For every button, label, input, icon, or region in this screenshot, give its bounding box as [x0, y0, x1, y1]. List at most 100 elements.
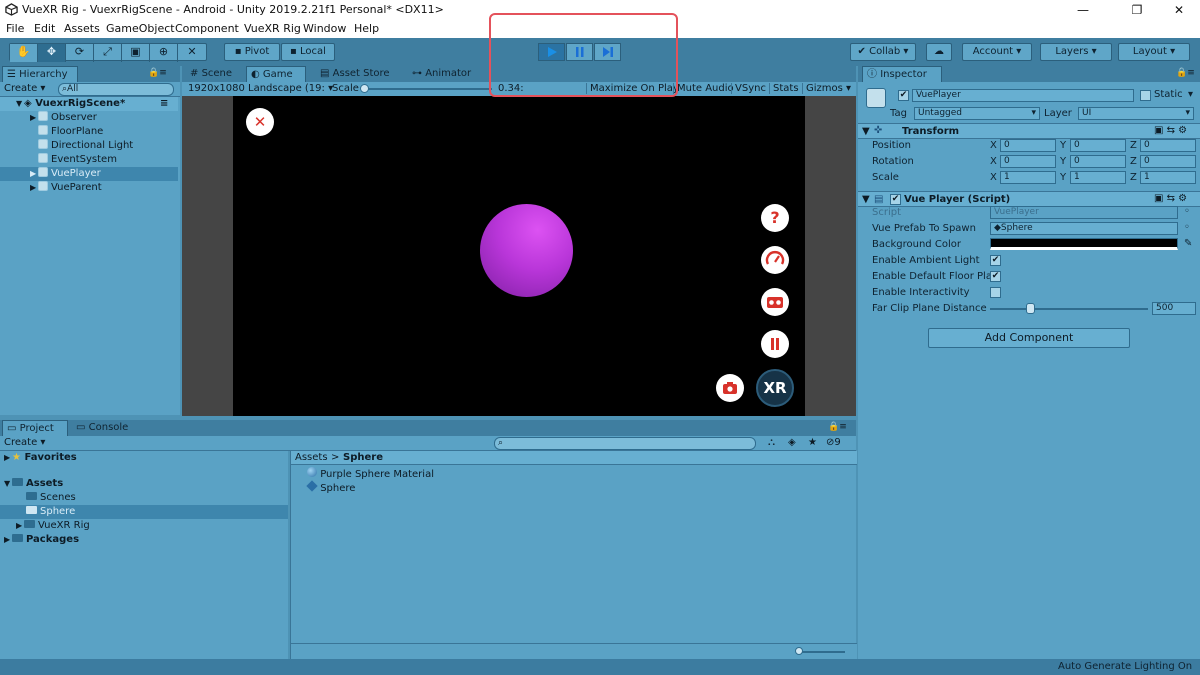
- mute-audio-toggle[interactable]: Mute Audio: [673, 83, 737, 94]
- game-canvas[interactable]: ✕ ? XR: [233, 96, 805, 416]
- hierarchy-item[interactable]: ▶ VueParent: [0, 181, 178, 195]
- collapse-arrow-icon[interactable]: ▼: [862, 126, 870, 137]
- tree-scenes[interactable]: Scenes: [0, 491, 288, 505]
- scale-y-input[interactable]: 1: [1070, 171, 1126, 184]
- tree-packages[interactable]: ▶ Packages: [0, 533, 288, 547]
- vr-headset-icon[interactable]: [761, 288, 789, 316]
- project-search-input[interactable]: ⌕: [494, 437, 756, 450]
- tree-favorites[interactable]: ▶ ★ Favorites: [0, 451, 288, 465]
- ambient-light-checkbox[interactable]: ✔: [990, 255, 1001, 266]
- rotation-x-input[interactable]: 0: [1000, 155, 1056, 168]
- hierarchy-item-selected[interactable]: ▶ VuePlayer: [0, 167, 178, 181]
- xr-logo-icon[interactable]: XR: [756, 369, 794, 407]
- add-component-button[interactable]: Add Component: [928, 328, 1130, 348]
- resolution-dropdown[interactable]: 1920x1080 Landscape (19: ▾: [188, 83, 333, 94]
- menu-window[interactable]: Window: [303, 22, 346, 35]
- cloud-button[interactable]: ☁: [926, 43, 952, 61]
- maximize-icon[interactable]: ❐: [1114, 1, 1160, 19]
- speedometer-icon[interactable]: [761, 246, 789, 274]
- hierarchy-item[interactable]: ▶ Observer: [0, 111, 178, 125]
- hidden-packages-icon[interactable]: ⊘9: [826, 437, 841, 448]
- layers-button[interactable]: Layers ▾: [1040, 43, 1112, 61]
- rotation-z-input[interactable]: 0: [1140, 155, 1196, 168]
- tag-dropdown[interactable]: Untagged ▾: [914, 107, 1040, 120]
- hierarchy-item[interactable]: FloorPlane: [0, 125, 178, 139]
- object-name-input[interactable]: VuePlayer: [912, 89, 1134, 102]
- scene-row[interactable]: ▼ ◈ VuexrRigScene* ≡: [0, 97, 178, 111]
- layer-dropdown[interactable]: UI ▾: [1078, 107, 1194, 120]
- transform-tool-icon[interactable]: ⊕: [150, 44, 178, 62]
- stats-toggle[interactable]: Stats: [769, 83, 802, 94]
- layout-button[interactable]: Layout ▾: [1118, 43, 1190, 61]
- object-picker-icon[interactable]: ◦: [1184, 222, 1190, 233]
- filter-by-label-icon[interactable]: ◈: [788, 437, 796, 448]
- transform-header[interactable]: ▼ ✜ Transform ▣ ⇆ ⚙: [858, 123, 1200, 139]
- hand-tool-icon[interactable]: ✋: [10, 44, 38, 62]
- pivot-button[interactable]: ▪ Pivot: [224, 43, 280, 61]
- local-button[interactable]: ▪ Local: [281, 43, 335, 61]
- menu-gameobject[interactable]: GameObject: [106, 22, 175, 35]
- default-floor-checkbox[interactable]: ✔: [990, 271, 1001, 282]
- help-icon[interactable]: ?: [761, 204, 789, 232]
- menu-help[interactable]: Help: [354, 22, 379, 35]
- tab-console[interactable]: ▭ Console: [72, 420, 132, 436]
- hierarchy-item[interactable]: EventSystem: [0, 153, 178, 167]
- position-y-input[interactable]: 0: [1070, 139, 1126, 152]
- tab-animator[interactable]: ⊶ Animator: [408, 66, 475, 82]
- pause-circle-icon[interactable]: [761, 330, 789, 358]
- menu-vuexr-rig[interactable]: VueXR Rig: [244, 22, 301, 35]
- vue-player-script-header[interactable]: ▼ ▤ ✔ Vue Player (Script) ▣ ⇆ ⚙: [858, 191, 1200, 207]
- tab-inspector[interactable]: ⓘ Inspector: [862, 66, 942, 82]
- static-checkbox[interactable]: [1140, 90, 1151, 101]
- scale-tool-icon[interactable]: ⤢: [94, 44, 122, 62]
- tree-assets[interactable]: ▼ Assets: [0, 477, 288, 491]
- inspector-lock-icon[interactable]: 🔒≡: [1176, 68, 1195, 78]
- position-x-input[interactable]: 0: [1000, 139, 1056, 152]
- prefab-field[interactable]: ◆Sphere: [990, 222, 1178, 235]
- close-circle-icon[interactable]: ✕: [246, 108, 274, 136]
- scale-slider-handle[interactable]: [360, 84, 369, 93]
- lock-icon[interactable]: 🔒≡: [148, 68, 167, 78]
- active-checkbox[interactable]: ✔: [898, 90, 909, 101]
- far-clip-input[interactable]: 500: [1152, 302, 1196, 315]
- menu-edit[interactable]: Edit: [34, 22, 55, 35]
- asset-item[interactable]: Sphere: [291, 480, 591, 495]
- account-button[interactable]: Account ▾: [962, 43, 1032, 61]
- menu-icon[interactable]: ≡: [160, 97, 168, 111]
- object-picker-icon[interactable]: ◦: [1184, 206, 1190, 217]
- breadcrumb-sphere[interactable]: Sphere: [343, 452, 383, 463]
- project-lock-icon[interactable]: 🔒≡: [828, 422, 847, 432]
- gizmos-dropdown[interactable]: Gizmos ▾: [802, 83, 854, 94]
- position-z-input[interactable]: 0: [1140, 139, 1196, 152]
- close-window-icon[interactable]: ✕: [1156, 1, 1200, 19]
- tab-project[interactable]: ▭ Project: [2, 420, 68, 436]
- expand-arrow-icon[interactable]: ▼: [16, 97, 24, 111]
- breadcrumb-assets[interactable]: Assets: [295, 452, 328, 463]
- icon-size-slider[interactable]: [797, 651, 845, 653]
- menu-assets[interactable]: Assets: [64, 22, 100, 35]
- component-settings-icons[interactable]: ▣ ⇆ ⚙: [1154, 125, 1187, 136]
- hierarchy-search-input[interactable]: ⌕All: [58, 83, 174, 96]
- expand-arrow-icon[interactable]: ▶: [30, 181, 38, 195]
- scale-z-input[interactable]: 1: [1140, 171, 1196, 184]
- tree-sphere-selected[interactable]: Sphere: [0, 505, 288, 519]
- icon-size-slider-handle[interactable]: [795, 647, 803, 655]
- far-clip-slider-handle[interactable]: [1026, 303, 1035, 314]
- camera-icon[interactable]: [716, 374, 744, 402]
- rotate-tool-icon[interactable]: ⟳: [66, 44, 94, 62]
- project-create-button[interactable]: Create ▾: [4, 437, 45, 448]
- background-color-swatch[interactable]: [990, 238, 1178, 250]
- tab-scene[interactable]: # Scene: [186, 66, 236, 82]
- tab-game[interactable]: ◐ Game: [246, 66, 306, 82]
- static-dropdown-arrow-icon[interactable]: ▾: [1188, 89, 1193, 100]
- collapse-arrow-icon[interactable]: ▼: [862, 194, 870, 205]
- scale-slider[interactable]: [364, 88, 492, 90]
- tab-asset-store[interactable]: ▤ Asset Store: [316, 66, 394, 82]
- hierarchy-create-button[interactable]: Create ▾: [4, 83, 45, 94]
- expand-arrow-icon[interactable]: ▶: [30, 167, 38, 181]
- menu-file[interactable]: File: [6, 22, 24, 35]
- vsync-toggle[interactable]: VSync: [731, 83, 769, 94]
- expand-arrow-icon[interactable]: ▶: [30, 111, 38, 125]
- eyedropper-icon[interactable]: ✎: [1184, 238, 1192, 249]
- filter-by-type-icon[interactable]: ⛬: [768, 437, 775, 448]
